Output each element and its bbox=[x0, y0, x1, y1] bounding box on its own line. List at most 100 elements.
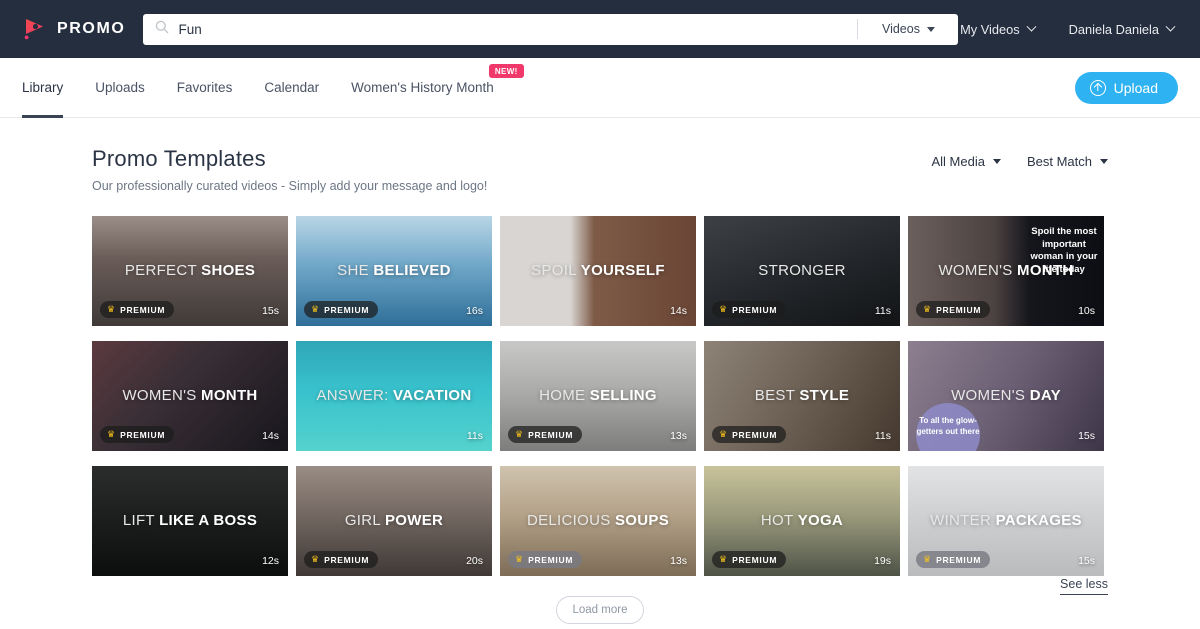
template-card[interactable]: GIRL POWER ♛ PREMIUM 20s bbox=[296, 466, 492, 576]
template-title-light: LIFT bbox=[122, 511, 160, 529]
sort-filter[interactable]: Best Match bbox=[1027, 154, 1108, 169]
crown-icon: ♛ bbox=[719, 429, 728, 439]
template-title: BEST STYLE bbox=[704, 386, 900, 405]
template-card[interactable]: SPOIL YOURSELF 14s bbox=[500, 216, 696, 326]
template-title: SPOIL YOURSELF bbox=[500, 261, 696, 280]
template-title-light: PERFECT bbox=[124, 261, 202, 279]
template-card[interactable]: LIFT LIKE A BOSS 12s bbox=[92, 466, 288, 576]
nav-item-favorites[interactable]: Favorites bbox=[161, 58, 249, 117]
template-grid: PERFECT SHOES ♛ PREMIUM 15s SHE BELIEVED ♛ PRE… bbox=[92, 216, 1108, 576]
premium-badge-label: PREMIUM bbox=[528, 554, 574, 565]
load-more-button[interactable]: Load more bbox=[556, 596, 644, 624]
brand-logo[interactable]: PROMO bbox=[22, 16, 125, 42]
template-title: LIFT LIKE A BOSS bbox=[92, 511, 288, 530]
nav-label: Uploads bbox=[95, 80, 145, 95]
template-card[interactable]: BEST STYLE ♛ PREMIUM 11s bbox=[704, 341, 900, 451]
template-title-light: BEST bbox=[754, 386, 800, 404]
crown-icon: ♛ bbox=[515, 429, 524, 439]
template-title-bold: YOGA bbox=[797, 511, 844, 529]
search-input[interactable] bbox=[178, 13, 858, 45]
template-title: PERFECT SHOES bbox=[92, 261, 288, 280]
template-title-light: SHE bbox=[337, 261, 374, 279]
nav-item-womens-history-month[interactable]: Women's History Month NEW! bbox=[335, 58, 524, 117]
template-title: ANSWER: VACATION bbox=[296, 387, 492, 405]
play-triangle-icon bbox=[22, 16, 48, 42]
upload-button-label: Upload bbox=[1113, 79, 1158, 96]
template-title-light: WOMEN'S bbox=[938, 261, 1018, 279]
sort-label: Best Match bbox=[1026, 154, 1092, 169]
template-title-light: WOMEN'S bbox=[122, 386, 202, 404]
media-type-label: All Media bbox=[931, 154, 985, 169]
chevron-down-icon bbox=[1100, 159, 1108, 164]
premium-badge-label: PREMIUM bbox=[732, 554, 778, 565]
template-title-bold: DAY bbox=[1029, 386, 1061, 404]
nav-item-calendar[interactable]: Calendar bbox=[248, 58, 335, 117]
see-less-link[interactable]: See less bbox=[1060, 577, 1108, 595]
page-subtitle: Our professionally curated videos - Simp… bbox=[92, 179, 488, 193]
template-card[interactable]: WOMEN'S MONTH Spoil the most important wo… bbox=[908, 216, 1104, 326]
nav-label: Library bbox=[22, 80, 64, 95]
template-card[interactable]: PERFECT SHOES ♛ PREMIUM 15s bbox=[92, 216, 288, 326]
crown-icon: ♛ bbox=[923, 304, 932, 314]
media-type-filter[interactable]: All Media bbox=[932, 154, 1001, 169]
template-card[interactable]: DELICIOUS SOUPS ♛ PREMIUM 13s bbox=[500, 466, 696, 576]
template-title: SHE BELIEVED bbox=[296, 261, 492, 280]
template-duration: 19s bbox=[874, 555, 891, 567]
my-videos-menu[interactable]: My Videos bbox=[960, 21, 1037, 37]
template-duration: 14s bbox=[262, 430, 279, 442]
premium-badge: ♛ PREMIUM bbox=[508, 426, 583, 443]
upload-arrow-icon bbox=[1089, 79, 1106, 96]
template-duration: 11s bbox=[874, 430, 891, 442]
chevron-down-icon bbox=[926, 26, 935, 32]
chevron-down-icon bbox=[1165, 21, 1176, 32]
search-icon bbox=[155, 20, 169, 39]
primary-nav: Library Uploads Favorites Calendar Women… bbox=[0, 58, 1200, 118]
nav-item-uploads[interactable]: Uploads bbox=[79, 58, 161, 117]
search-bar: Videos bbox=[143, 13, 959, 45]
template-title: HOT YOGA bbox=[704, 511, 900, 530]
search-type-dropdown[interactable]: Videos bbox=[858, 14, 958, 45]
template-card[interactable]: WINTER PACKAGES ♛ PREMIUM 15s bbox=[908, 466, 1104, 576]
template-card[interactable]: HOME SELLING ♛ PREMIUM 13s bbox=[500, 341, 696, 451]
crown-icon: ♛ bbox=[107, 429, 116, 439]
premium-badge-label: PREMIUM bbox=[324, 554, 370, 565]
content-area: Promo Templates Our professionally curat… bbox=[0, 118, 1200, 629]
upload-button[interactable]: Upload bbox=[1074, 71, 1178, 104]
template-duration: 13s bbox=[670, 430, 687, 442]
template-title-light: WINTER bbox=[930, 511, 996, 529]
template-title-bold: SHOES bbox=[201, 261, 256, 279]
template-card[interactable]: ANSWER: VACATION 11s bbox=[296, 341, 492, 451]
content-filters: All Media Best Match bbox=[932, 146, 1108, 169]
nav-links: Library Uploads Favorites Calendar Women… bbox=[22, 58, 524, 118]
template-duration: 11s bbox=[874, 305, 891, 317]
template-card[interactable]: SHE BELIEVED ♛ PREMIUM 16s bbox=[296, 216, 492, 326]
premium-badge: ♛ PREMIUM bbox=[100, 301, 175, 318]
template-card[interactable]: HOT YOGA ♛ PREMIUM 19s bbox=[704, 466, 900, 576]
page-title: Promo Templates bbox=[92, 146, 266, 171]
crown-icon: ♛ bbox=[107, 304, 116, 314]
crown-icon: ♛ bbox=[923, 554, 932, 564]
premium-badge: ♛ PREMIUM bbox=[100, 426, 175, 443]
template-duration: 13s bbox=[670, 555, 687, 567]
template-duration: 16s bbox=[466, 305, 483, 317]
premium-badge-label: PREMIUM bbox=[528, 429, 574, 440]
template-title-bold: BELIEVED bbox=[373, 261, 451, 279]
nav-item-library[interactable]: Library bbox=[22, 58, 79, 118]
template-card[interactable]: WOMEN'S MONTH ♛ PREMIUM 14s bbox=[92, 341, 288, 451]
template-title: WINTER PACKAGES bbox=[908, 511, 1104, 530]
premium-badge-label: PREMIUM bbox=[120, 429, 166, 440]
premium-badge-label: PREMIUM bbox=[936, 554, 982, 565]
template-card[interactable]: STRONGER ♛ PREMIUM 11s bbox=[704, 216, 900, 326]
template-title-bold: SELLING bbox=[589, 386, 657, 404]
template-title-bold: SOUPS bbox=[615, 511, 670, 529]
template-card[interactable]: WOMEN'S DAY To all the glow-getters out t… bbox=[908, 341, 1104, 451]
template-title-light: SPOIL bbox=[531, 261, 581, 279]
template-title-bold: POWER bbox=[384, 511, 444, 529]
template-title: WOMEN'S DAY bbox=[908, 386, 1104, 405]
template-title-bold: PACKAGES bbox=[995, 511, 1082, 529]
template-overlay-note: Spoil the most important woman in your l… bbox=[1030, 226, 1098, 275]
crown-icon: ♛ bbox=[719, 304, 728, 314]
account-menu[interactable]: Daniela Daniela bbox=[1069, 21, 1176, 37]
template-title-light: HOME bbox=[539, 386, 590, 404]
premium-badge: ♛ PREMIUM bbox=[508, 551, 583, 568]
